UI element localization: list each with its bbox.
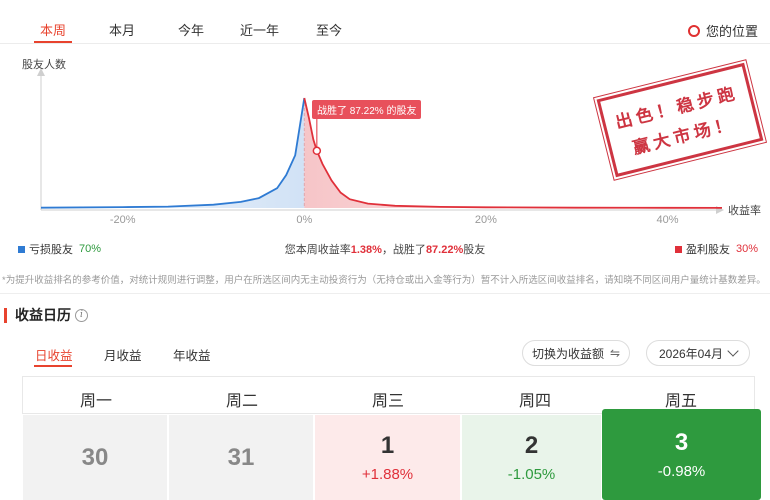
weekday-tue: 周二	[225, 393, 259, 410]
day-number: 30	[81, 443, 109, 471]
x-axis-label: 收益率	[728, 205, 761, 217]
info-icon[interactable]: i	[75, 308, 88, 322]
profit-pct: 30%	[735, 243, 758, 255]
loss-pct: 70%	[79, 243, 102, 255]
title-accent-bar	[4, 307, 7, 323]
active-tab-underline	[34, 41, 72, 43]
calendar-day-cell-selected[interactable]: 3 -0.98%	[602, 409, 761, 500]
month-select[interactable]: 2026年04月	[646, 340, 750, 366]
ranking-note: *为提升收益排名的参考价值，对统计规则进行调整，用户在所选区间内无主动投资行为（…	[2, 275, 766, 286]
weekday-mon: 周一	[79, 393, 113, 410]
x-tick-label: 0%	[296, 214, 313, 226]
tab-last-year[interactable]: 近一年	[240, 20, 279, 39]
calendar-title: 收益日历	[15, 307, 71, 323]
loss-area	[41, 98, 305, 208]
month-label: 2026年04月	[658, 346, 724, 361]
day-return: -1.05%	[507, 466, 556, 483]
loss-label: 亏损股友	[29, 244, 73, 256]
my-position-legend: 您的位置	[687, 21, 758, 40]
profit-swatch	[674, 245, 682, 253]
loss-swatch	[18, 245, 25, 253]
summary-beat: 87.22%	[425, 244, 464, 256]
toggle-amount-button[interactable]: 切换为收益额 ⇋	[522, 340, 630, 366]
day-return: -0.98%	[657, 463, 706, 480]
tab-daily-return[interactable]: 日收益	[35, 345, 73, 364]
calendar-section-title: 收益日历 i	[4, 306, 88, 324]
toggle-amount-label: 切换为收益额	[531, 346, 604, 361]
x-tick-label: 40%	[656, 214, 679, 226]
tab-monthly-return[interactable]: 月收益	[104, 345, 142, 364]
circle-marker-icon	[687, 24, 700, 37]
x-tick-label: 20%	[474, 214, 497, 226]
my-position-label: 您的位置	[705, 24, 758, 39]
day-number: 2	[524, 432, 539, 459]
day-number: 3	[674, 429, 689, 456]
summary-suffix: 股友	[463, 244, 486, 256]
profit-legend: 盈利股友 30%	[674, 241, 758, 257]
calendar-day-cell[interactable]: 31	[169, 415, 313, 500]
my-position-marker[interactable]	[312, 146, 322, 156]
summary-mid: ，战胜了	[381, 244, 426, 256]
y-axis-label: 股友人数	[22, 59, 66, 71]
weekday-thu: 周四	[518, 393, 552, 410]
chevron-down-icon	[727, 345, 739, 357]
loss-series-line	[40, 97, 306, 209]
period-tabs: 本周 本月 今年 近一年 至今 您的位置	[0, 0, 770, 44]
tab-yearly-return[interactable]: 年收益	[173, 345, 211, 364]
day-number: 31	[227, 443, 255, 471]
tab-this-month[interactable]: 本月	[109, 20, 135, 39]
tab-to-date[interactable]: 至今	[316, 20, 342, 39]
swap-icon: ⇋	[609, 346, 621, 360]
section-divider	[0, 293, 770, 294]
beat-tooltip: 战胜了 87.22% 的股友	[312, 100, 422, 119]
calendar-day-cell[interactable]: 2 -1.05%	[462, 415, 601, 500]
tab-this-week[interactable]: 本周	[40, 20, 66, 39]
day-number: 1	[380, 432, 395, 459]
weekday-wed: 周三	[371, 393, 405, 410]
weekday-fri: 周五	[664, 393, 698, 410]
day-return: +1.88%	[361, 466, 414, 483]
calendar-day-cell[interactable]: 30	[23, 415, 167, 500]
profit-label: 盈利股友	[685, 244, 730, 256]
calendar-tab-underline	[34, 365, 72, 367]
return-summary: 您本周收益率1.38%，战胜了87.22%股友	[0, 241, 770, 257]
summary-return: 1.38%	[350, 244, 382, 256]
calendar-day-cell[interactable]: 1 +1.88%	[315, 415, 460, 500]
x-tick-label: -20%	[109, 214, 136, 226]
loss-legend: 亏损股友 70%	[18, 241, 101, 257]
summary-prefix: 您本周收益率	[284, 244, 351, 256]
tab-this-year[interactable]: 今年	[178, 20, 204, 39]
